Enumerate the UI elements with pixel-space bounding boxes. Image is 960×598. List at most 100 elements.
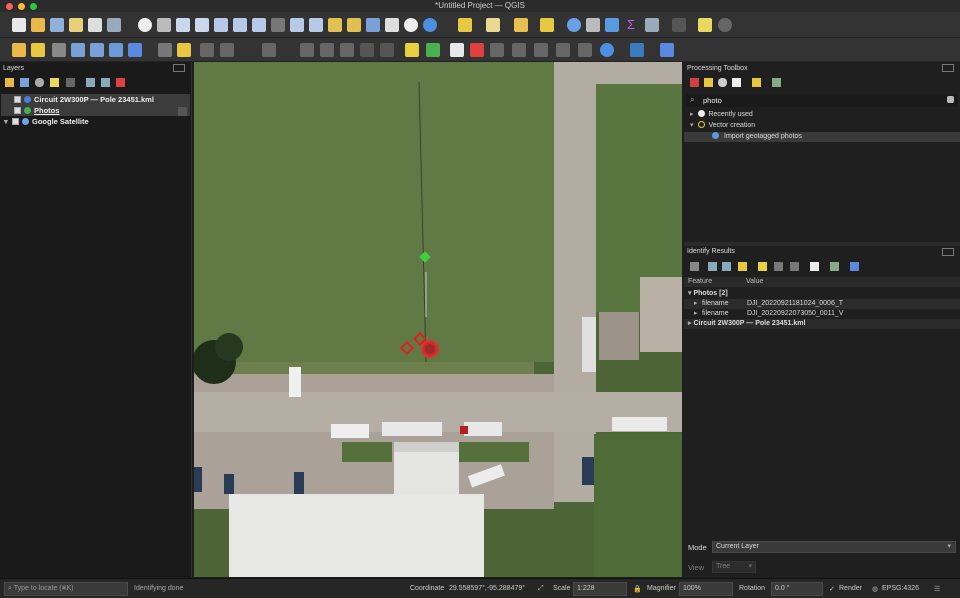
map-canvas[interactable] bbox=[194, 62, 682, 577]
add-layer-icon[interactable] bbox=[31, 43, 45, 57]
show-bookmarks-icon[interactable] bbox=[385, 18, 399, 32]
layer-visibility-checkbox[interactable] bbox=[12, 118, 19, 125]
clear-results-icon[interactable] bbox=[774, 262, 783, 271]
locator-search-input[interactable]: ⌕ Type to locate (⌘K) bbox=[4, 582, 128, 596]
identify-group-photos[interactable]: ▾ Photos [2] bbox=[684, 289, 960, 299]
digitize-shape-icon[interactable] bbox=[262, 43, 276, 57]
new-3d-view-icon[interactable] bbox=[347, 18, 361, 32]
value-column-header[interactable]: Value bbox=[746, 277, 763, 287]
panel-float-icon[interactable] bbox=[942, 64, 954, 72]
current-edits-icon[interactable] bbox=[158, 43, 172, 57]
crs-value[interactable]: EPSG:4326 bbox=[882, 585, 919, 592]
search-tools-icon[interactable] bbox=[718, 18, 732, 32]
pan-to-selection-icon[interactable] bbox=[157, 18, 171, 32]
zoom-out-icon[interactable] bbox=[195, 18, 209, 32]
toolbox-search-input[interactable]: ⌕ photo bbox=[686, 94, 958, 107]
open-form-icon[interactable] bbox=[738, 262, 747, 271]
expand-tree-icon[interactable] bbox=[690, 262, 699, 271]
filter-legend-icon[interactable] bbox=[50, 78, 59, 87]
layer-visibility-checkbox[interactable] bbox=[14, 96, 21, 103]
collapse-tree-icon[interactable] bbox=[722, 262, 731, 271]
expand-all-icon[interactable] bbox=[86, 78, 95, 87]
measure-icon[interactable] bbox=[645, 18, 659, 32]
new-gpkg-icon[interactable] bbox=[71, 43, 85, 57]
expand-arrow-icon[interactable]: ▾ bbox=[690, 122, 694, 129]
zoom-layer-icon[interactable] bbox=[252, 18, 266, 32]
edit-features-in-place-icon[interactable] bbox=[752, 78, 761, 87]
digitize-icon[interactable] bbox=[90, 43, 104, 57]
select-by-value-icon[interactable] bbox=[486, 18, 500, 32]
add-group-icon[interactable] bbox=[20, 78, 29, 87]
sum-icon[interactable]: Σ bbox=[624, 18, 638, 32]
expand-arrow-icon[interactable]: ▸ bbox=[690, 111, 694, 118]
identify-result-row[interactable]: ▸ filename DJI_20220921181024_0006_T bbox=[684, 299, 960, 309]
rotation-spinbox[interactable]: 0.0 ° bbox=[771, 582, 823, 596]
results-viewer-icon[interactable] bbox=[732, 78, 741, 87]
diagram-icon[interactable] bbox=[534, 43, 548, 57]
attribute-table-icon[interactable] bbox=[540, 18, 554, 32]
help-icon[interactable] bbox=[660, 43, 674, 57]
cut-features-icon[interactable] bbox=[320, 43, 334, 57]
rotate-label-icon[interactable] bbox=[490, 43, 504, 57]
expand-arrow-icon[interactable]: ▾ bbox=[688, 290, 692, 297]
python-plugin-icon[interactable] bbox=[630, 43, 644, 57]
layer-indicator-icon[interactable] bbox=[178, 107, 187, 116]
zoom-next-icon[interactable] bbox=[309, 18, 323, 32]
scale-combo[interactable]: 1:228 bbox=[573, 582, 627, 596]
data-source-manager-icon[interactable] bbox=[12, 43, 26, 57]
print-layout-icon[interactable] bbox=[88, 18, 102, 32]
identify-features-icon[interactable] bbox=[567, 18, 581, 32]
crs-globe-icon[interactable]: ◍ bbox=[872, 585, 878, 593]
open-layer-styling-icon[interactable] bbox=[5, 78, 14, 87]
minimize-window-button[interactable] bbox=[18, 3, 25, 10]
refresh-icon[interactable] bbox=[423, 18, 437, 32]
new-map-view-icon[interactable] bbox=[328, 18, 342, 32]
zoom-last-icon[interactable] bbox=[290, 18, 304, 32]
map-tips-icon[interactable] bbox=[698, 18, 712, 32]
annotation-icon[interactable] bbox=[672, 18, 686, 32]
zoom-full-icon[interactable] bbox=[214, 18, 228, 32]
expand-arrow-icon[interactable]: ▸ bbox=[694, 309, 698, 319]
select-features-icon[interactable] bbox=[458, 18, 472, 32]
render-checkbox[interactable]: ✓ bbox=[829, 585, 835, 593]
layer-row-circuit-kml[interactable]: Circuit 2W300P — Pole 23451.kml bbox=[4, 95, 154, 105]
add-feature-icon[interactable] bbox=[200, 43, 214, 57]
callout-icon[interactable] bbox=[556, 43, 570, 57]
layer-visibility-checkbox[interactable] bbox=[14, 107, 21, 114]
toggle-extents-icon[interactable]: ⤢ bbox=[538, 585, 544, 593]
manage-visibility-icon[interactable] bbox=[35, 78, 44, 87]
python-console-icon[interactable] bbox=[600, 43, 614, 57]
temporal-controller-icon[interactable] bbox=[404, 18, 418, 32]
mode-select[interactable]: Current Layer ▾ bbox=[712, 541, 956, 553]
new-project-icon[interactable] bbox=[12, 18, 26, 32]
pin-labels-icon[interactable] bbox=[426, 43, 440, 57]
expand-new-icon[interactable] bbox=[708, 262, 717, 271]
paste-features-icon[interactable] bbox=[340, 43, 354, 57]
zoom-window-button[interactable] bbox=[30, 3, 37, 10]
deselect-icon[interactable] bbox=[514, 18, 528, 32]
zoom-in-icon[interactable] bbox=[176, 18, 190, 32]
show-labels-icon[interactable] bbox=[450, 43, 464, 57]
models-icon[interactable] bbox=[690, 78, 699, 87]
feature-column-header[interactable]: Feature bbox=[688, 277, 712, 287]
identify-settings-icon[interactable] bbox=[830, 262, 839, 271]
bookmark-icon[interactable] bbox=[366, 18, 380, 32]
copy-feature-icon[interactable] bbox=[790, 262, 799, 271]
layer-row-photos[interactable]: Photos bbox=[4, 106, 59, 116]
coordinate-value[interactable]: 29.558597°,-95.288479° bbox=[449, 585, 525, 592]
redo-icon[interactable] bbox=[380, 43, 394, 57]
clear-search-icon[interactable] bbox=[947, 96, 954, 103]
options-wrench-icon[interactable] bbox=[772, 78, 781, 87]
style-manager-icon[interactable] bbox=[107, 18, 121, 32]
toolbox-item-recently-used[interactable]: ▸ Recently used bbox=[684, 110, 960, 120]
collapse-all-icon[interactable] bbox=[101, 78, 110, 87]
scripts-icon[interactable] bbox=[704, 78, 713, 87]
zoom-selection-icon[interactable] bbox=[233, 18, 247, 32]
zoom-native-icon[interactable] bbox=[271, 18, 285, 32]
layer-row-google-satellite[interactable]: ▾ Google Satellite bbox=[4, 117, 89, 127]
close-window-button[interactable] bbox=[6, 3, 13, 10]
lock-scale-icon[interactable]: 🔒 bbox=[633, 585, 642, 593]
view-select[interactable]: Tree ▾ bbox=[712, 561, 756, 573]
expand-arrow-icon[interactable]: ▸ bbox=[688, 320, 692, 327]
label-tool-icon[interactable] bbox=[405, 43, 419, 57]
